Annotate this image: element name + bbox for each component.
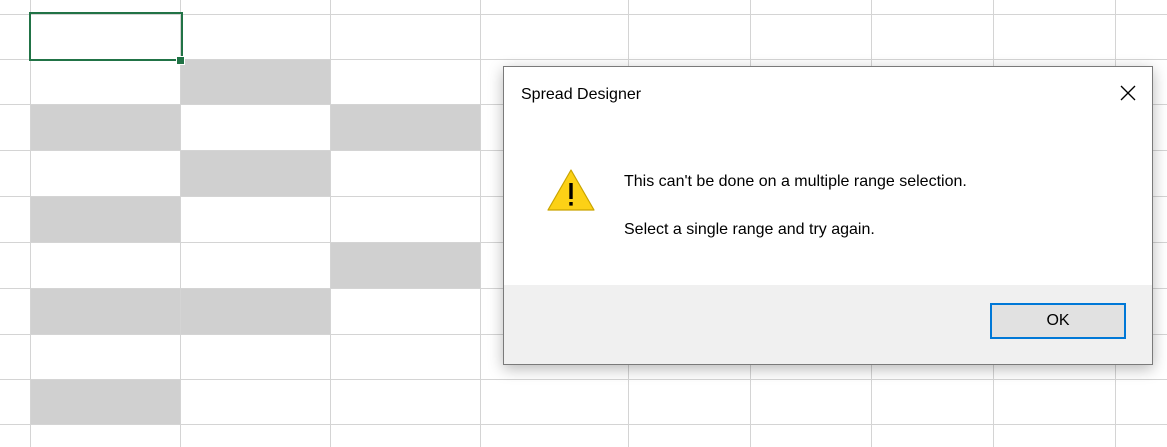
selected-cell[interactable] — [31, 289, 180, 334]
selected-cell[interactable] — [331, 105, 480, 150]
selected-cell[interactable] — [181, 151, 330, 196]
close-button[interactable] — [1110, 75, 1146, 111]
dialog-title: Spread Designer — [521, 86, 642, 103]
selected-cell[interactable] — [31, 197, 180, 242]
fill-handle[interactable] — [176, 56, 185, 65]
selected-cell[interactable] — [31, 105, 180, 150]
close-icon — [1120, 85, 1136, 101]
active-cell[interactable] — [29, 12, 183, 61]
dialog-footer: OK — [504, 285, 1152, 364]
selected-cell[interactable] — [181, 60, 330, 104]
selected-cell[interactable] — [331, 243, 480, 288]
warning-icon — [547, 169, 595, 211]
selected-cell[interactable] — [31, 380, 180, 424]
ok-button[interactable]: OK — [990, 303, 1126, 339]
selected-cell[interactable] — [181, 289, 330, 334]
grid-row-line — [0, 424, 1167, 425]
dialog-message-primary: This can't be done on a multiple range s… — [624, 173, 967, 190]
dialog-message-secondary: Select a single range and try again. — [624, 221, 875, 238]
message-dialog: Spread Designer This can't be done on a … — [503, 66, 1153, 365]
